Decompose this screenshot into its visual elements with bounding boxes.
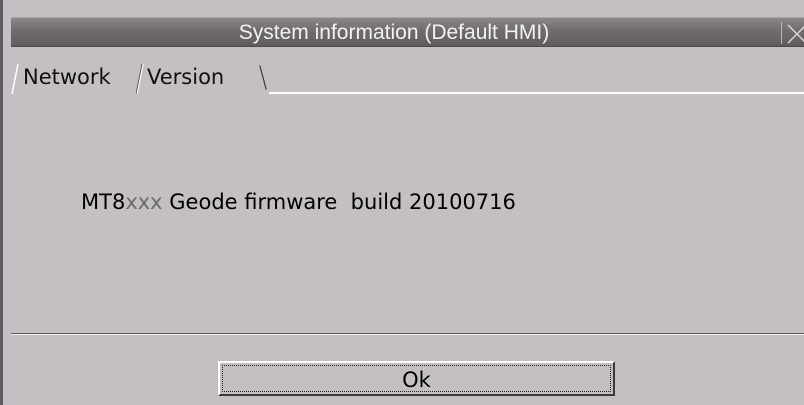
- close-icon[interactable]: [785, 19, 804, 47]
- tab-network[interactable]: Network: [23, 62, 111, 92]
- title-bar[interactable]: System information (Default HMI): [11, 17, 804, 47]
- window-title: System information (Default HMI): [238, 21, 550, 44]
- tab-left-edge: [11, 63, 19, 95]
- tab-version[interactable]: Version: [147, 62, 224, 92]
- ok-button[interactable]: Ok: [218, 361, 615, 396]
- tab-baseline: [269, 92, 804, 94]
- tab-version-edge: [259, 65, 267, 90]
- title-separator: [781, 22, 782, 44]
- system-info-window: System information (Default HMI) Network…: [0, 0, 804, 405]
- firmware-version-label: MT8xxx Geode firmware build 20100716: [81, 190, 516, 214]
- ok-button-label: Ok: [222, 365, 611, 392]
- tab-network-edge: [136, 63, 144, 95]
- model-prefix: MT8: [81, 190, 126, 214]
- firmware-build: Geode firmware build 20100716: [162, 190, 516, 214]
- version-panel: MT8xxx Geode firmware build 20100716: [11, 95, 804, 333]
- tab-strip: Network Version: [11, 48, 804, 95]
- footer-divider-highlight: [11, 334, 804, 335]
- model-suffix: xxx: [125, 190, 163, 214]
